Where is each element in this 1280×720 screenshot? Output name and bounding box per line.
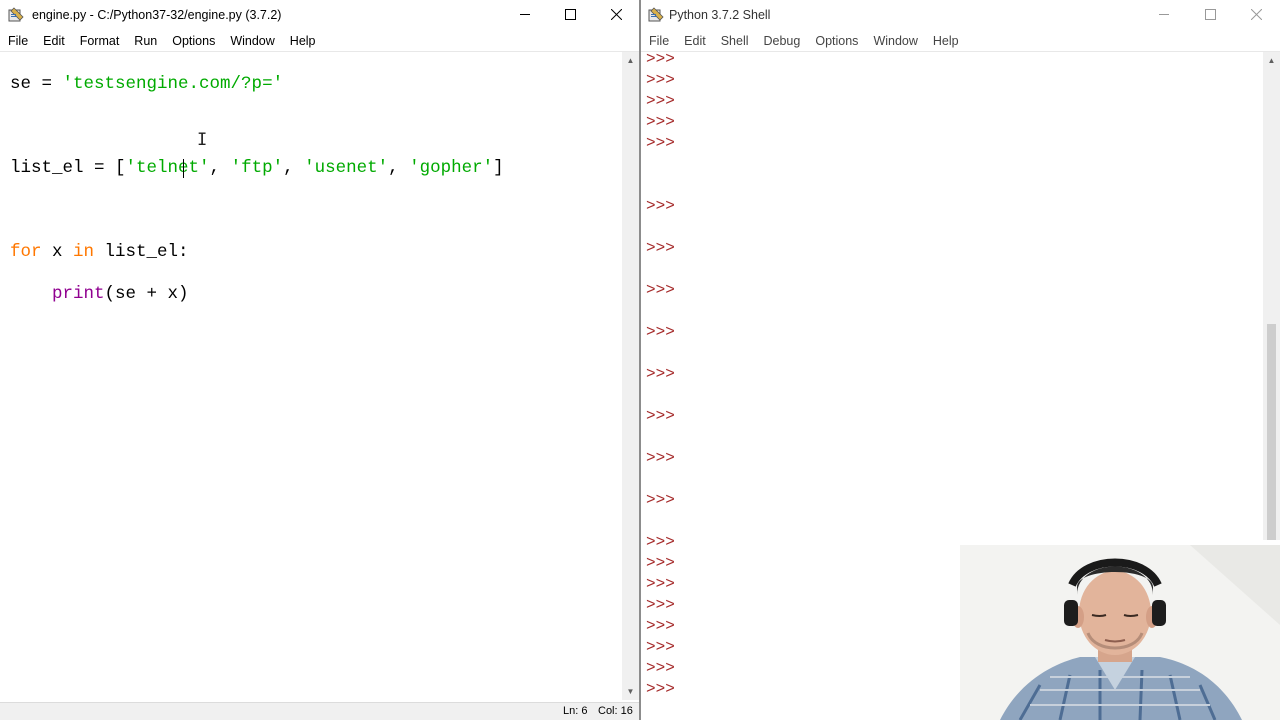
shell-prompt: >>> — [646, 365, 675, 383]
shell-menubar: File Edit Shell Debug Options Window Help — [641, 31, 1280, 52]
scrollbar-thumb[interactable] — [1267, 324, 1276, 540]
shell-window-title: Python 3.7.2 Shell — [669, 8, 771, 22]
python-idle-icon — [8, 7, 24, 22]
shell-prompt: >>> — [646, 323, 675, 341]
shell-prompt: >>> — [646, 491, 675, 509]
shell-prompt: >>> — [646, 575, 675, 593]
editor-vertical-scrollbar[interactable]: ▲ ▼ — [622, 52, 639, 700]
shell-prompt: >>> — [646, 407, 675, 425]
shell-prompt: >>> — [646, 239, 675, 257]
menu-options[interactable]: Options — [807, 31, 865, 49]
menu-format[interactable]: Format — [72, 31, 127, 49]
scroll-down-icon[interactable]: ▼ — [622, 683, 639, 700]
mouse-ibeam-cursor: I — [197, 130, 208, 150]
minimize-icon — [519, 14, 530, 15]
shell-prompt: >>> — [646, 596, 675, 614]
close-button[interactable] — [1233, 0, 1279, 31]
shell-prompt: >>> — [646, 680, 675, 698]
minimize-button[interactable] — [502, 0, 548, 31]
shell-prompt: >>> — [646, 50, 675, 68]
menu-window[interactable]: Window — [865, 31, 924, 49]
status-line: Ln: 6 — [563, 705, 588, 717]
status-col: Col: 16 — [598, 705, 633, 717]
text-caret — [183, 159, 184, 178]
scroll-up-icon[interactable]: ▲ — [1263, 52, 1280, 69]
editor-menubar: File Edit Format Run Options Window Help — [0, 31, 639, 52]
shell-prompt: >>> — [646, 71, 675, 89]
editor-window-title: engine.py - C:/Python37-32/engine.py (3.… — [32, 8, 282, 22]
python-idle-icon — [648, 7, 664, 22]
menu-edit[interactable]: Edit — [676, 31, 713, 49]
shell-prompt: >>> — [646, 134, 675, 152]
code-line-1: se = 'testsengine.com/?p=' — [10, 74, 284, 94]
shell-prompt: >>> — [646, 113, 675, 131]
maximize-button[interactable] — [547, 0, 593, 31]
shell-prompt: >>> — [646, 449, 675, 467]
code-line-5: for x in list_el: — [10, 242, 189, 262]
menu-help[interactable]: Help — [282, 31, 323, 49]
shell-prompt: >>> — [646, 554, 675, 572]
menu-file[interactable]: File — [641, 31, 676, 49]
scroll-up-icon[interactable]: ▲ — [622, 52, 639, 69]
maximize-icon — [564, 9, 576, 20]
editor-window: engine.py - C:/Python37-32/engine.py (3.… — [0, 0, 639, 720]
menu-shell[interactable]: Shell — [713, 31, 756, 49]
code-line-3: list_el = ['telnet', 'ftp', 'usenet', 'g… — [10, 158, 504, 178]
code-editor-text[interactable]: se = 'testsengine.com/?p=' list_el = ['t… — [10, 53, 504, 347]
shell-prompt: >>> — [646, 659, 675, 677]
shell-prompt: >>> — [646, 617, 675, 635]
shell-prompt: >>> — [646, 638, 675, 656]
menu-debug[interactable]: Debug — [756, 31, 808, 49]
shell-prompt: >>> — [646, 533, 675, 551]
shell-prompt: >>> — [646, 92, 675, 110]
menu-options[interactable]: Options — [164, 31, 222, 49]
menu-help[interactable]: Help — [925, 31, 966, 49]
menu-run[interactable]: Run — [126, 31, 164, 49]
maximize-icon — [1204, 9, 1216, 20]
menu-edit[interactable]: Edit — [35, 31, 72, 49]
maximize-button[interactable] — [1187, 0, 1233, 31]
close-button[interactable] — [593, 0, 639, 31]
shell-vertical-scrollbar[interactable]: ▲ — [1263, 52, 1280, 540]
minimize-button[interactable] — [1141, 0, 1187, 31]
code-line-6: print(se + x) — [52, 284, 189, 304]
close-icon — [1250, 8, 1262, 21]
editor-statusbar: Ln: 6 Col: 16 — [0, 702, 639, 720]
close-icon — [610, 8, 622, 21]
shell-prompt: >>> — [646, 281, 675, 299]
shell-prompt: >>> — [646, 197, 675, 215]
menu-file[interactable]: File — [0, 31, 35, 49]
webcam-overlay — [960, 545, 1280, 720]
editor-titlebar[interactable]: engine.py - C:/Python37-32/engine.py (3.… — [0, 0, 639, 31]
shell-titlebar[interactable]: Python 3.7.2 Shell — [641, 0, 1280, 31]
presenter-video — [960, 545, 1280, 720]
menu-window[interactable]: Window — [222, 31, 281, 49]
minimize-icon — [1158, 14, 1169, 15]
